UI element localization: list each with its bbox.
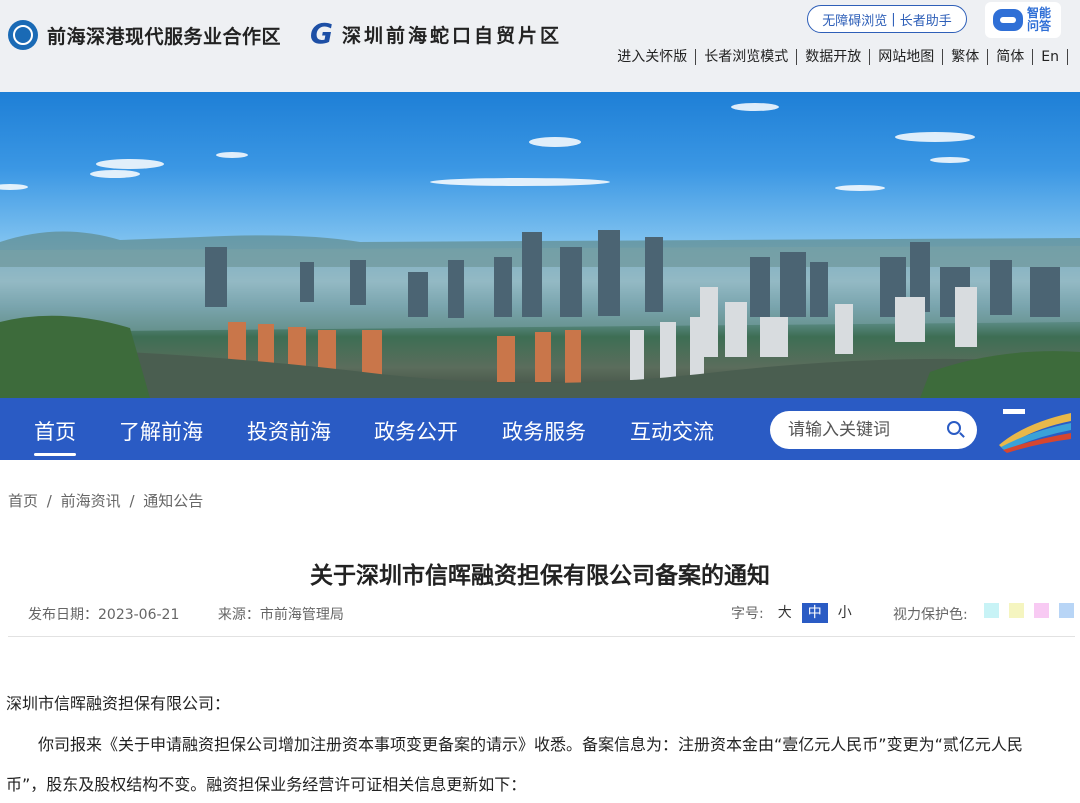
nav-interaction[interactable]: 互动交流 <box>630 416 714 446</box>
nav-about-qianhai[interactable]: 了解前海 <box>119 416 203 446</box>
font-size-control: 字号: 大 中 小 <box>731 603 858 623</box>
breadcrumb-separator: / <box>46 492 52 510</box>
breadcrumb-separator: / <box>129 492 135 510</box>
elder-assistant-link[interactable]: 长者助手 <box>900 10 952 29</box>
robot-icon <box>993 9 1023 31</box>
city-banner-image <box>0 92 1080 398</box>
eye-color-pink-swatch[interactable] <box>1034 603 1049 618</box>
qianhai-emblem-icon <box>8 20 38 50</box>
source-value: 市前海管理局 <box>259 607 344 623</box>
english-link[interactable]: En <box>1033 49 1068 65</box>
search-icon[interactable] <box>947 421 961 435</box>
breadcrumb-home[interactable]: 首页 <box>8 492 38 510</box>
care-version-link[interactable]: 进入关怀版 <box>609 49 697 65</box>
ai-qa-label: 智能问答 <box>1027 6 1052 33</box>
breadcrumb-notices[interactable]: 通知公告 <box>143 492 203 510</box>
nav-invest-qianhai[interactable]: 投资前海 <box>247 416 331 446</box>
meta-divider <box>8 636 1075 637</box>
sitemap-link[interactable]: 网站地图 <box>870 49 944 65</box>
qianhai-logo-text: 前海深港现代服务业合作区 <box>47 25 282 48</box>
publish-date: 2023-06-21 <box>98 607 180 623</box>
ftz-logo-text: 深圳前海蛇口自贸片区 <box>342 24 563 47</box>
article-salutation: 深圳市信晖融资担保有限公司： <box>6 694 231 713</box>
open-data-link[interactable]: 数据开放 <box>797 49 871 65</box>
top-links: 进入关怀版 长者浏览模式 数据开放 网站地图 繁体 简体 En <box>609 49 1068 65</box>
eye-color-yellow-swatch[interactable] <box>1009 603 1024 618</box>
ftz-emblem-icon: G <box>310 17 333 50</box>
nav-gov-affairs-open[interactable]: 政务公开 <box>374 416 458 446</box>
ftz-logo[interactable]: G 深圳前海蛇口自贸片区 <box>310 20 562 48</box>
nav-home[interactable]: 首页 <box>34 416 76 456</box>
eye-color-blue-swatch[interactable] <box>1059 603 1074 618</box>
date-label: 发布日期： <box>28 607 98 623</box>
breadcrumb-news[interactable]: 前海资讯 <box>61 492 121 510</box>
qianhai-logo[interactable]: 前海深港现代服务业合作区 <box>8 20 281 50</box>
article-body-line-1: 你司报来《关于申请融资担保公司增加注册资本事项变更备案的请示》收悉。备案信息为：… <box>38 735 1023 754</box>
search-box <box>770 411 977 449</box>
font-size-medium-button[interactable]: 中 <box>801 603 828 623</box>
accessibility-link[interactable]: 无障碍浏览 <box>822 10 887 29</box>
accessibility-pill: 无障碍浏览 | 长者助手 <box>807 5 967 33</box>
breadcrumb: 首页 / 前海资讯 / 通知公告 <box>8 490 207 511</box>
traditional-chinese-link[interactable]: 繁体 <box>943 49 989 65</box>
search-input[interactable] <box>786 419 940 441</box>
nav-gov-services[interactable]: 政务服务 <box>502 416 586 446</box>
top-header: 前海深港现代服务业合作区 G 深圳前海蛇口自贸片区 无障碍浏览 | 长者助手 智… <box>0 0 1080 92</box>
ftz-wave-logo[interactable] <box>995 403 1075 455</box>
font-size-label: 字号: <box>731 606 764 622</box>
eye-care-label: 视力保护色: <box>893 607 968 623</box>
source-label: 来源： <box>217 607 260 623</box>
article-title: 关于深圳市信晖融资担保有限公司备案的通知 <box>310 563 770 589</box>
ai-qa-button[interactable]: 智能问答 <box>985 2 1061 38</box>
article-body-line-2: 币”，股东及股权结构不变。融资担保业务经营许可证相关信息更新如下： <box>6 775 527 794</box>
font-size-small-button[interactable]: 小 <box>832 603 858 623</box>
elder-mode-link[interactable]: 长者浏览模式 <box>696 49 798 65</box>
eye-color-cyan-swatch[interactable] <box>984 603 999 618</box>
font-size-large-button[interactable]: 大 <box>772 603 798 623</box>
simplified-chinese-link[interactable]: 简体 <box>988 49 1034 65</box>
article-meta: 发布日期：2023-06-21 来源：市前海管理局 <box>28 604 344 624</box>
